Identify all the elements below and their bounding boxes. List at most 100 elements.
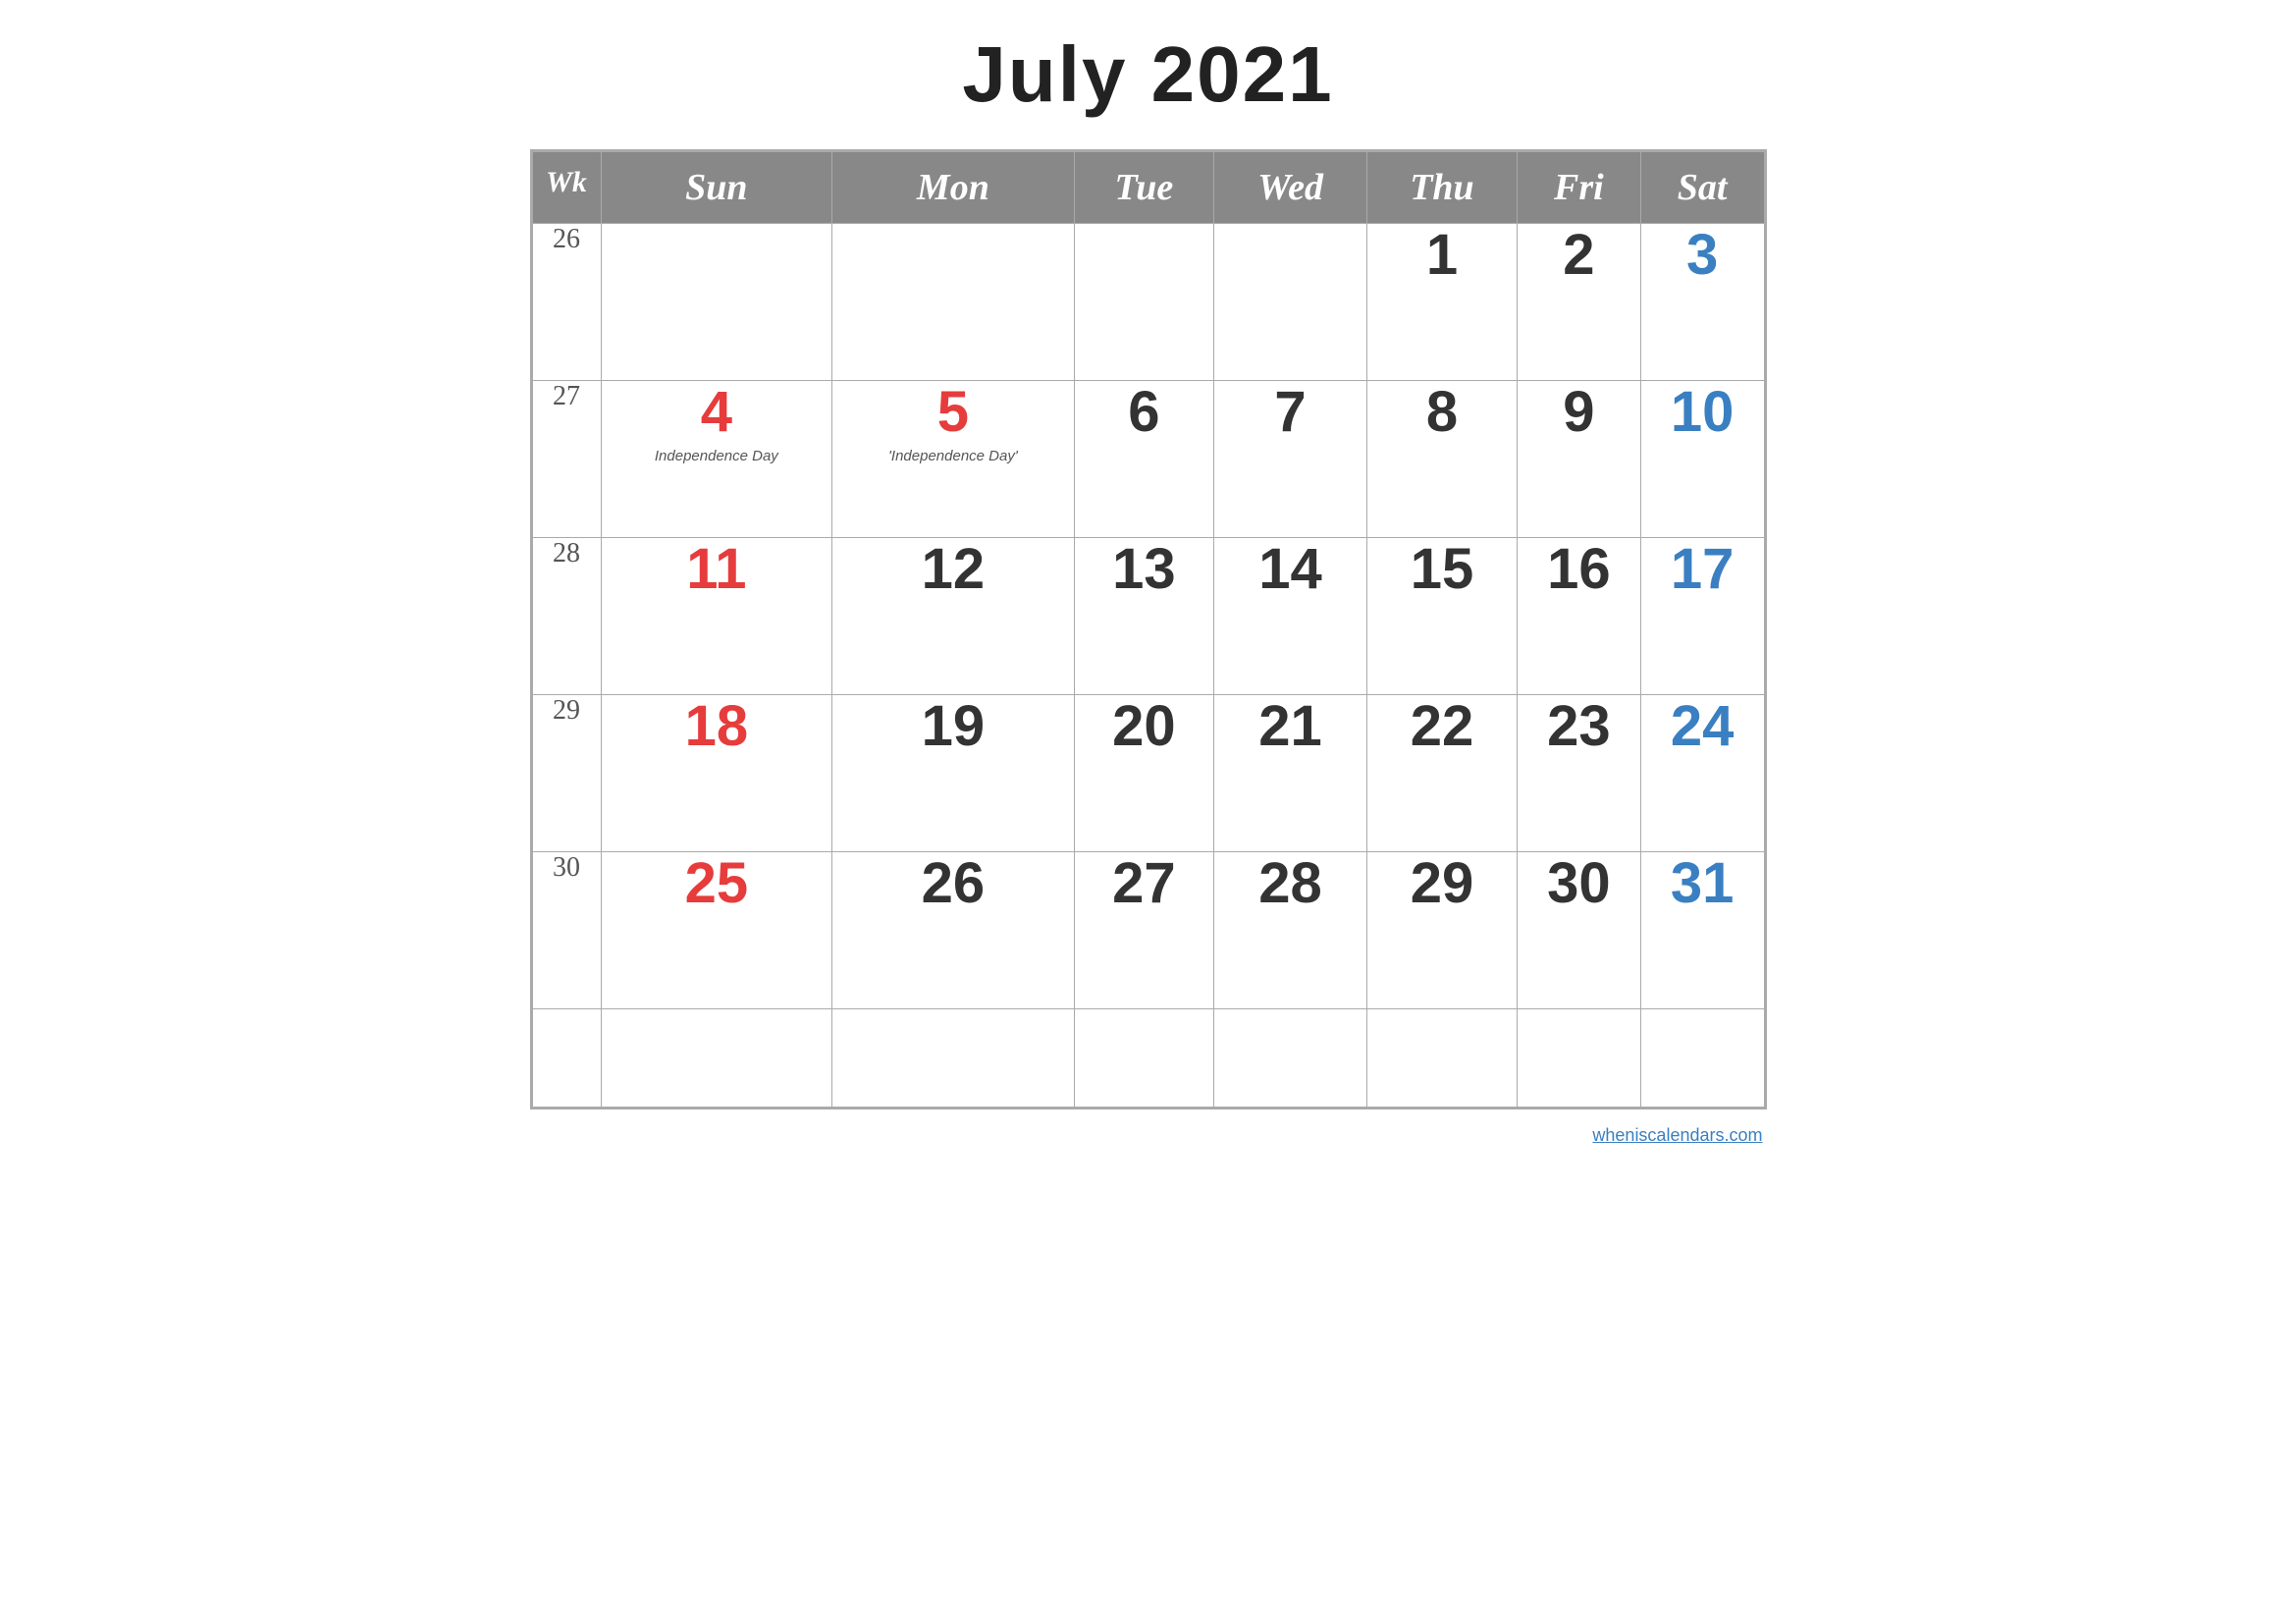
- empty-cell: [832, 1009, 1074, 1108]
- day-cell: 23: [1518, 695, 1641, 852]
- empty-cell: [1366, 1009, 1517, 1108]
- day-number: 26: [832, 852, 1073, 915]
- day-cell: 18: [601, 695, 832, 852]
- calendar-header: Wk Sun Mon Tue Wed Thu Fri Sat: [532, 152, 1764, 224]
- empty-cell: [1518, 1009, 1641, 1108]
- day-cell: 20: [1074, 695, 1214, 852]
- day-number: 7: [1214, 381, 1366, 444]
- holiday-label: Independence Day: [602, 448, 832, 464]
- week-number: 28: [532, 538, 601, 695]
- wk-header: Wk: [532, 152, 601, 224]
- day-number: 27: [1075, 852, 1214, 915]
- day-number: 12: [832, 538, 1073, 601]
- day-number: 29: [1367, 852, 1517, 915]
- empty-cell: [532, 1009, 601, 1108]
- week-number: 26: [532, 224, 601, 381]
- day-cell: 22: [1366, 695, 1517, 852]
- day-cell: 16: [1518, 538, 1641, 695]
- watermark: wheniscalendars.com: [1592, 1125, 1762, 1146]
- header-tue: Tue: [1074, 152, 1214, 224]
- week-number: 30: [532, 852, 601, 1009]
- day-number: 10: [1641, 381, 1764, 444]
- calendar-week-row: 2918192021222324: [532, 695, 1764, 852]
- day-number: 17: [1641, 538, 1764, 601]
- day-number: 1: [1367, 224, 1517, 287]
- day-cell: 5 'Independence Day': [832, 381, 1074, 538]
- day-number: 24: [1641, 695, 1764, 758]
- day-cell: 11: [601, 538, 832, 695]
- day-number: 13: [1075, 538, 1214, 601]
- day-cell: 2: [1518, 224, 1641, 381]
- day-cell: 10: [1640, 381, 1764, 538]
- calendar-week-row: 2811121314151617: [532, 538, 1764, 695]
- day-cell: [601, 224, 832, 381]
- empty-cell: [1074, 1009, 1214, 1108]
- empty-cell: [601, 1009, 832, 1108]
- day-cell: [1214, 224, 1367, 381]
- day-cell: 19: [832, 695, 1074, 852]
- header-sat: Sat: [1640, 152, 1764, 224]
- day-cell: 26: [832, 852, 1074, 1009]
- day-number: 2: [1518, 224, 1640, 287]
- header-sun: Sun: [601, 152, 832, 224]
- day-cell: 4 Independence Day: [601, 381, 832, 538]
- day-number: 31: [1641, 852, 1764, 915]
- day-cell: 21: [1214, 695, 1367, 852]
- day-number: 15: [1367, 538, 1517, 601]
- day-number: 5: [832, 381, 1073, 444]
- day-cell: 13: [1074, 538, 1214, 695]
- day-cell: 27: [1074, 852, 1214, 1009]
- header-wed: Wed: [1214, 152, 1367, 224]
- day-number: 6: [1075, 381, 1214, 444]
- day-number: 14: [1214, 538, 1366, 601]
- day-cell: 1: [1366, 224, 1517, 381]
- day-cell: 29: [1366, 852, 1517, 1009]
- empty-row: [532, 1009, 1764, 1108]
- day-number: 23: [1518, 695, 1640, 758]
- calendar: Wk Sun Mon Tue Wed Thu Fri Sat 26123274I…: [530, 149, 1767, 1110]
- day-number: 4: [602, 381, 832, 444]
- header-thu: Thu: [1366, 152, 1517, 224]
- day-number: 18: [602, 695, 832, 758]
- day-cell: 9: [1518, 381, 1641, 538]
- footer: wheniscalendars.com: [530, 1110, 1767, 1150]
- day-cell: 8: [1366, 381, 1517, 538]
- week-number: 27: [532, 381, 601, 538]
- header-fri: Fri: [1518, 152, 1641, 224]
- calendar-week-row: 26 123: [532, 224, 1764, 381]
- day-cell: [1074, 224, 1214, 381]
- day-cell: 7: [1214, 381, 1367, 538]
- day-cell: 25: [601, 852, 832, 1009]
- holiday-label: 'Independence Day': [832, 448, 1073, 464]
- day-cell: 12: [832, 538, 1074, 695]
- page-title: July 2021: [962, 29, 1333, 120]
- week-number: 29: [532, 695, 601, 852]
- day-cell: 3: [1640, 224, 1764, 381]
- day-cell: 6: [1074, 381, 1214, 538]
- day-cell: 28: [1214, 852, 1367, 1009]
- day-number: 22: [1367, 695, 1517, 758]
- day-number: 20: [1075, 695, 1214, 758]
- day-number: 8: [1367, 381, 1517, 444]
- day-cell: [832, 224, 1074, 381]
- day-cell: 15: [1366, 538, 1517, 695]
- empty-cell: [1640, 1009, 1764, 1108]
- day-number: 21: [1214, 695, 1366, 758]
- day-cell: 17: [1640, 538, 1764, 695]
- day-number: 11: [602, 538, 832, 601]
- calendar-week-row: 3025262728293031: [532, 852, 1764, 1009]
- day-number: 19: [832, 695, 1073, 758]
- day-cell: 30: [1518, 852, 1641, 1009]
- calendar-table: Wk Sun Mon Tue Wed Thu Fri Sat 26123274I…: [532, 151, 1765, 1108]
- day-number: 9: [1518, 381, 1640, 444]
- day-cell: 24: [1640, 695, 1764, 852]
- day-cell: 14: [1214, 538, 1367, 695]
- day-cell: 31: [1640, 852, 1764, 1009]
- calendar-week-row: 274 Independence Day5 'Independence Day'67…: [532, 381, 1764, 538]
- day-number: 28: [1214, 852, 1366, 915]
- day-number: 30: [1518, 852, 1640, 915]
- header-mon: Mon: [832, 152, 1074, 224]
- day-number: 25: [602, 852, 832, 915]
- day-number: 16: [1518, 538, 1640, 601]
- empty-cell: [1214, 1009, 1367, 1108]
